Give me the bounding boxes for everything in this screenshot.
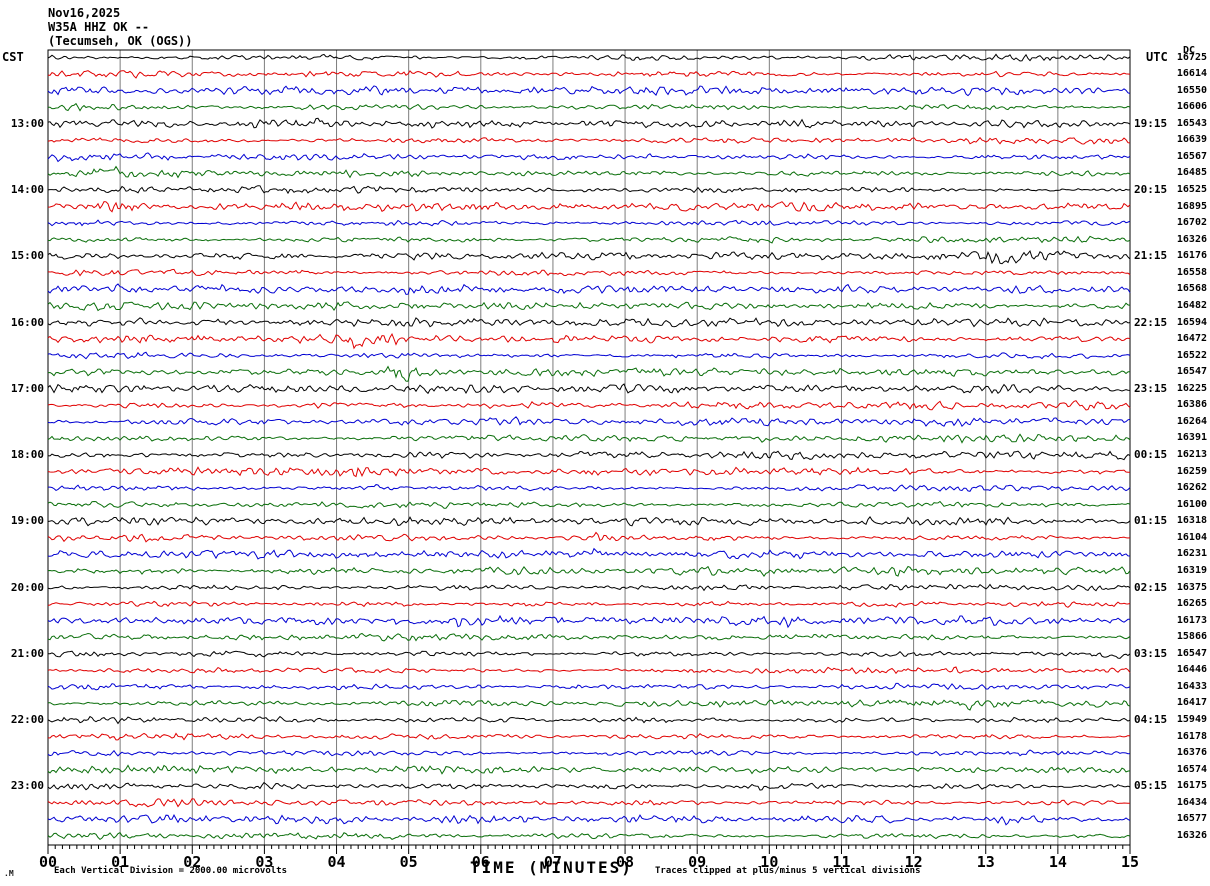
seismo-trace-row-25	[47, 466, 1131, 478]
x-tick-label: 05	[400, 853, 418, 871]
seismo-trace-row-15	[47, 301, 1131, 312]
x-tick-label: 14	[1049, 853, 1067, 871]
seismo-trace-row-37	[47, 666, 1131, 675]
x-axis-label: TIME (MINUTES)	[470, 858, 633, 877]
seismo-trace-row-19	[47, 365, 1131, 382]
helicorder-page: Nov16,2025 W35A HHZ OK -- (Tecumseh, OK …	[0, 0, 1210, 886]
seismo-trace-row-30	[47, 547, 1131, 560]
seismo-trace-row-36	[47, 650, 1131, 659]
seismo-trace-row-29	[47, 531, 1131, 543]
plot-border	[47, 49, 1131, 846]
seismo-trace-row-11	[47, 235, 1131, 244]
seismo-trace-row-39	[47, 699, 1131, 711]
seismo-trace-row-33	[47, 600, 1131, 608]
seismo-trace-row-22	[47, 416, 1131, 428]
seismogram-plot: 00 01 02 03 04 05 06 07 08 09 10 11 12 13 14 15	[39, 49, 1139, 871]
seismo-trace-row-14	[47, 283, 1131, 295]
seismo-trace-row-16	[47, 317, 1131, 328]
seismo-trace-row-31	[47, 565, 1131, 577]
seismo-trace-row-17	[47, 332, 1131, 350]
seismo-trace-row-5	[47, 136, 1131, 145]
seismo-trace-row-38	[47, 682, 1131, 691]
seismo-trace-row-1	[47, 70, 1131, 79]
corner-mark: .M	[4, 869, 14, 878]
seismo-trace-row-21	[47, 400, 1131, 411]
seismo-trace-row-26	[48, 484, 1131, 492]
seismo-trace-row-20	[47, 383, 1131, 395]
seismo-trace-row-0	[47, 53, 1131, 62]
seismo-trace-row-40	[47, 715, 1131, 725]
seismo-trace-row-13	[47, 268, 1131, 277]
seismo-trace-row-45	[47, 798, 1130, 808]
scale-note: Each Vertical Division = 2000.00 microvo…	[54, 866, 287, 876]
clip-note: Traces clipped at plus/minus 5 vertical …	[655, 866, 921, 876]
seismo-trace-row-41	[47, 732, 1131, 741]
seismo-trace-row-7	[47, 165, 1131, 179]
seismo-trace-row-47	[47, 832, 1131, 841]
seismo-trace-row-44	[47, 781, 1131, 791]
seismo-trace-row-8	[47, 185, 1131, 195]
seismo-trace-row-10	[47, 219, 1131, 227]
seismo-trace-row-32	[47, 583, 1131, 592]
x-tick-label: 04	[328, 853, 346, 871]
seismo-trace-row-28	[47, 516, 1131, 527]
x-tick-label: 15	[1121, 853, 1139, 871]
seismo-trace-row-24	[47, 450, 1131, 461]
seismo-trace-row-46	[47, 814, 1131, 826]
seismo-trace-row-2	[47, 85, 1131, 97]
seismo-trace-row-27	[47, 500, 1131, 509]
seismo-trace-row-35	[47, 632, 1131, 642]
seismo-trace-row-42	[47, 749, 1131, 757]
seismo-trace-row-4	[47, 117, 1131, 129]
seismo-trace-row-3	[47, 102, 1131, 112]
x-tick-label: 13	[977, 853, 995, 871]
seismo-trace-row-12	[47, 249, 1131, 265]
seismo-trace-row-43	[47, 764, 1131, 775]
seismo-trace-row-18	[47, 351, 1131, 360]
seismo-trace-row-23	[47, 433, 1131, 444]
seismo-trace-row-6	[47, 152, 1131, 163]
seismo-trace-row-34	[47, 614, 1130, 629]
seismo-trace-row-9	[47, 201, 1131, 213]
